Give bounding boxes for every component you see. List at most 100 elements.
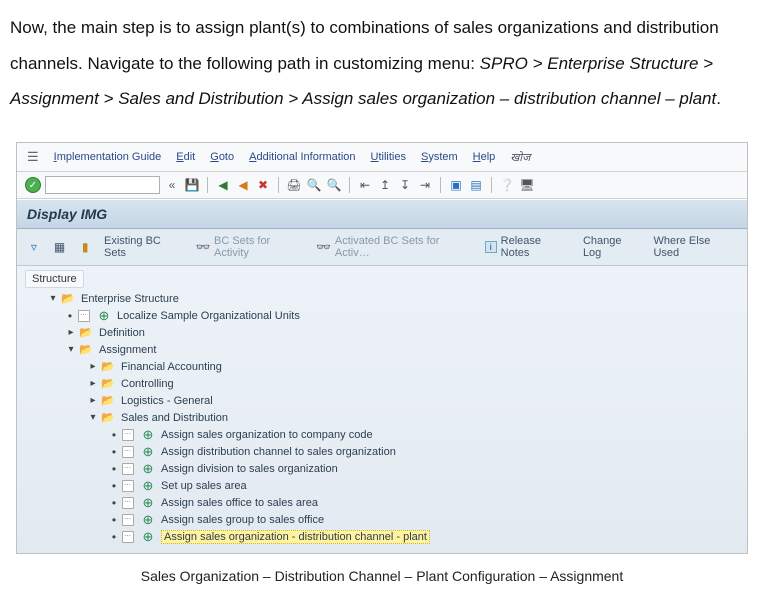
img-activity-icon[interactable] bbox=[121, 530, 135, 544]
img-activity-icon[interactable] bbox=[121, 462, 135, 476]
tree-leaf[interactable]: • ⊕ Assign sales office to sales area bbox=[29, 494, 739, 511]
execute-icon[interactable]: ⊕ bbox=[141, 445, 155, 459]
execute-icon[interactable]: ⊕ bbox=[97, 309, 111, 323]
execute-icon[interactable]: ⊕ bbox=[141, 496, 155, 510]
img-activity-icon[interactable] bbox=[121, 513, 135, 527]
folder-icon: 📂 bbox=[101, 377, 115, 391]
tree-leaf[interactable]: • ⊕ Assign sales group to sales office bbox=[29, 511, 739, 528]
command-input[interactable] bbox=[45, 176, 160, 194]
tree-node-controlling[interactable]: ▸ 📂 Controlling bbox=[29, 375, 739, 392]
bullet-icon: • bbox=[65, 310, 75, 322]
execute-icon[interactable]: ⊕ bbox=[141, 530, 155, 544]
node-label: Enterprise Structure bbox=[81, 293, 179, 305]
ok-button[interactable]: ✓ bbox=[25, 177, 41, 193]
tree-leaf[interactable]: • ⊕ Assign sales organization to company… bbox=[29, 426, 739, 443]
node-label: Localize Sample Organizational Units bbox=[117, 310, 300, 322]
nav-cancel-icon[interactable]: ✖ bbox=[255, 177, 271, 193]
menu-system[interactable]: System bbox=[421, 151, 458, 163]
find-next-icon[interactable]: 🔍 bbox=[326, 177, 342, 193]
expand-icon[interactable]: ▸ bbox=[87, 395, 99, 406]
menu-implementation-guide[interactable]: Implementation Guide bbox=[54, 151, 162, 163]
save-icon[interactable]: 💾 bbox=[184, 177, 200, 193]
img-activity-icon[interactable] bbox=[77, 309, 91, 323]
intro-text: Now, the main step is to assign plant(s)… bbox=[0, 0, 764, 142]
menu-goto[interactable]: Goto bbox=[210, 151, 234, 163]
new-session-icon[interactable]: ▣ bbox=[448, 177, 464, 193]
tree-node-logistics-general[interactable]: ▸ 📂 Logistics - General bbox=[29, 392, 739, 409]
tree-leaf-selected[interactable]: • ⊕ Assign sales organization - distribu… bbox=[29, 528, 739, 545]
last-page-icon[interactable]: ⇥ bbox=[417, 177, 433, 193]
where-else-used-button[interactable]: Where Else Used bbox=[653, 235, 737, 259]
expand-icon[interactable]: ▸ bbox=[87, 361, 99, 372]
bullet-icon: • bbox=[109, 480, 119, 492]
execute-icon[interactable]: ⊕ bbox=[141, 479, 155, 493]
img-activity-icon[interactable] bbox=[121, 479, 135, 493]
execute-icon[interactable]: ⊕ bbox=[141, 428, 155, 442]
bullet-icon: • bbox=[109, 497, 119, 509]
tree: ▾ 📂 Enterprise Structure • ⊕ Localize Sa… bbox=[25, 288, 739, 545]
next-page-icon[interactable]: ↧ bbox=[397, 177, 413, 193]
toolbar-divider bbox=[349, 177, 350, 193]
attribute-icon[interactable]: ▮ bbox=[78, 240, 92, 254]
intro-period: . bbox=[716, 89, 721, 108]
print-icon[interactable]: 🖨 bbox=[286, 177, 302, 193]
bullet-icon: • bbox=[109, 514, 119, 526]
back-icon[interactable]: « bbox=[164, 177, 180, 193]
folder-icon: 📂 bbox=[79, 343, 93, 357]
tree-node-sales-and-distribution[interactable]: ▾ 📂 Sales and Distribution bbox=[29, 409, 739, 426]
existing-bc-sets-button[interactable]: Existing BC Sets bbox=[104, 235, 184, 259]
change-log-button[interactable]: Change Log bbox=[583, 235, 642, 259]
bc-sets-activity-button[interactable]: 👓BC Sets for Activity bbox=[196, 235, 305, 259]
tree-node-definition[interactable]: ▸ 📂 Definition bbox=[29, 324, 739, 341]
tree-node-financial-accounting[interactable]: ▸ 📂 Financial Accounting bbox=[29, 358, 739, 375]
expand-icon[interactable]: ▸ bbox=[65, 327, 77, 338]
help-icon[interactable]: ❔ bbox=[499, 177, 515, 193]
glasses-icon: 👓 bbox=[317, 240, 331, 254]
menu-help[interactable]: Help bbox=[473, 151, 496, 163]
shortcut-icon[interactable]: ▤ bbox=[468, 177, 484, 193]
expand-icon[interactable]: ▸ bbox=[87, 378, 99, 389]
folder-icon: 📂 bbox=[61, 292, 75, 306]
window-menu-icon[interactable]: ☰ bbox=[27, 149, 39, 165]
layout-icon[interactable]: 🖥 bbox=[519, 177, 535, 193]
node-label: Assignment bbox=[99, 344, 156, 356]
release-notes-button[interactable]: iRelease Notes bbox=[485, 235, 571, 259]
img-activity-icon[interactable] bbox=[121, 445, 135, 459]
content-area: Structure ▾ 📂 Enterprise Structure • ⊕ L… bbox=[17, 266, 747, 553]
tree-leaf[interactable]: • ⊕ Assign distribution channel to sales… bbox=[29, 443, 739, 460]
tree-leaf[interactable]: • ⊕ Assign division to sales organizatio… bbox=[29, 460, 739, 477]
node-label: Assign division to sales organization bbox=[161, 463, 338, 475]
menu-extra[interactable]: खोज bbox=[510, 150, 530, 165]
find-icon[interactable]: 🔍 bbox=[306, 177, 322, 193]
tree-node-enterprise-structure[interactable]: ▾ 📂 Enterprise Structure bbox=[29, 290, 739, 307]
menu-additional-information[interactable]: Additional Information bbox=[249, 151, 355, 163]
toolbar-divider bbox=[491, 177, 492, 193]
prev-page-icon[interactable]: ↥ bbox=[377, 177, 393, 193]
img-activity-icon[interactable] bbox=[121, 496, 135, 510]
execute-icon[interactable]: ⊕ bbox=[141, 462, 155, 476]
activated-bc-sets-button[interactable]: 👓Activated BC Sets for Activ… bbox=[317, 235, 473, 259]
nav-exit-icon[interactable]: ◀ bbox=[235, 177, 251, 193]
figure-caption: Sales Organization – Distribution Channe… bbox=[0, 554, 764, 590]
collapse-icon[interactable]: ▾ bbox=[65, 344, 77, 355]
menu-edit[interactable]: Edit bbox=[176, 151, 195, 163]
img-activity-icon[interactable]: ▦ bbox=[53, 240, 67, 254]
node-label: Assign sales organization - distribution… bbox=[161, 530, 430, 544]
folder-icon: 📂 bbox=[79, 326, 93, 340]
nav-back-icon[interactable]: ◀ bbox=[215, 177, 231, 193]
node-label: Set up sales area bbox=[161, 480, 247, 492]
first-page-icon[interactable]: ⇤ bbox=[357, 177, 373, 193]
collapse-icon[interactable]: ▾ bbox=[47, 293, 59, 304]
expand-icon[interactable]: ▿ bbox=[27, 240, 41, 254]
img-activity-icon[interactable] bbox=[121, 428, 135, 442]
menu-utilities[interactable]: Utilities bbox=[371, 151, 406, 163]
node-label: Assign sales organization to company cod… bbox=[161, 429, 373, 441]
folder-icon: 📂 bbox=[101, 360, 115, 374]
tree-leaf[interactable]: • ⊕ Set up sales area bbox=[29, 477, 739, 494]
node-label: Logistics - General bbox=[121, 395, 213, 407]
tree-node-assignment[interactable]: ▾ 📂 Assignment bbox=[29, 341, 739, 358]
tree-node-localize[interactable]: • ⊕ Localize Sample Organizational Units bbox=[29, 307, 739, 324]
execute-icon[interactable]: ⊕ bbox=[141, 513, 155, 527]
collapse-icon[interactable]: ▾ bbox=[87, 412, 99, 423]
toolbar-divider bbox=[440, 177, 441, 193]
